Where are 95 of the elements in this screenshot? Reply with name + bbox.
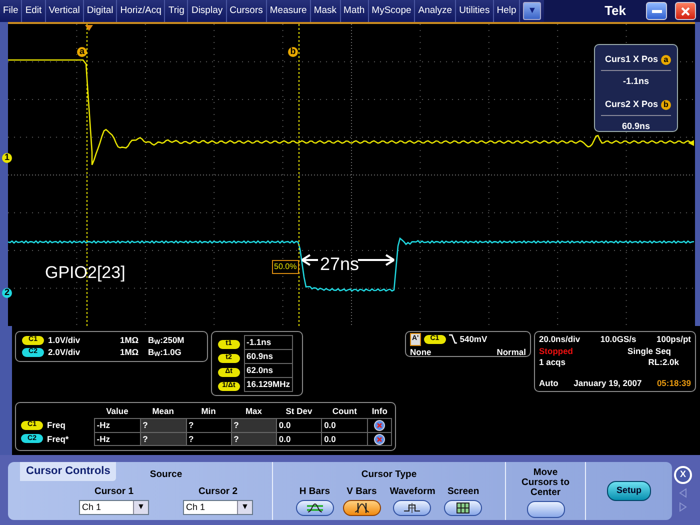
acquisition-count: 1 acqs	[539, 357, 566, 368]
column-header: Mean	[140, 405, 186, 418]
table-cell: ?	[186, 432, 232, 446]
acquisition-state: Stopped	[539, 346, 573, 357]
column-header: Info	[368, 405, 392, 418]
cursor-label: a	[77, 47, 87, 57]
column-header: Count	[322, 405, 368, 418]
sample-rate: 10.0GS/s	[600, 334, 636, 346]
source-select[interactable]: Ch 1 ▼	[183, 500, 253, 514]
dropdown-button[interactable]: ▼	[237, 500, 252, 514]
button-label: Screen	[447, 485, 480, 500]
field-label: Cursor 1	[94, 485, 134, 500]
cursor-badge: a	[661, 54, 671, 65]
field-label: Cursor 2	[198, 485, 238, 500]
screen-icon	[454, 502, 472, 514]
sequence-mode: Single Seq	[628, 346, 671, 357]
table-cell: -Hz	[94, 432, 140, 446]
trigger-level: 540mV	[460, 333, 488, 346]
column-header: St Dev	[276, 405, 322, 418]
measurement-name: Freq	[47, 418, 66, 432]
threshold-label: 50.0%	[272, 260, 299, 274]
channel-marker: 2	[2, 288, 12, 298]
readout-label: Curs2 X Pos	[604, 98, 658, 111]
hbars-icon	[306, 502, 324, 514]
table-cell: ?	[186, 418, 232, 432]
button-label: Move Cursors to Center	[520, 468, 571, 498]
table-cell: 0.0	[276, 432, 322, 446]
table-cell: 0.0	[322, 418, 368, 432]
cursor-value: -1.1ns	[244, 336, 292, 350]
minimize-button[interactable]	[646, 2, 667, 20]
table-cell: 0.0	[322, 432, 368, 446]
column-header: Min	[186, 405, 232, 418]
readout-value: 60.9ns	[601, 114, 671, 139]
dropdown-button[interactable]: ▼	[523, 2, 542, 20]
minimize-icon	[652, 10, 662, 12]
move-cursors-button[interactable]	[526, 501, 564, 518]
close-button[interactable]: X	[674, 466, 692, 484]
impedance-text: 1MΩ	[120, 346, 140, 358]
cursor-type-button[interactable]	[393, 500, 432, 516]
table-cell: 0.0	[276, 418, 322, 432]
cursor-label: b	[288, 47, 298, 57]
column-header: Value	[94, 405, 140, 418]
section-title: Cursor Type	[361, 468, 417, 482]
trigger-coupling: None	[410, 346, 432, 358]
table-cell: ?	[140, 418, 186, 432]
falling-edge-icon	[448, 334, 457, 344]
cursor-value: 16.129MHz	[244, 378, 292, 392]
readout-value: -1.1ns	[601, 70, 671, 94]
measurement-name: Freq*	[47, 432, 69, 446]
horizontal-scale: 20.0ns/div	[539, 334, 580, 346]
signal-label: GPIO2[23]	[45, 262, 126, 284]
cursor-type-button[interactable]	[444, 500, 482, 516]
bandwidth-text: B$_{W}$:250M	[148, 334, 184, 346]
readout-label: Curs1 X Pos	[604, 53, 658, 66]
waveform-icon	[403, 502, 422, 514]
delta-label: 27ns	[320, 253, 360, 276]
cursor-type-button[interactable]	[296, 500, 334, 516]
table-cell: ?	[231, 418, 276, 432]
table-cell: ?	[140, 432, 186, 446]
trigger-mode-text: Auto	[539, 378, 558, 389]
bandwidth-text: B$_{W}$:1.0G	[148, 346, 182, 358]
table-cell: -Hz	[94, 418, 140, 432]
cursor-badge: b	[661, 100, 671, 110]
setup-button[interactable]: Setup	[607, 481, 650, 501]
info-icon[interactable]	[374, 420, 386, 431]
level-marker-icon	[688, 140, 694, 146]
info-icon[interactable]	[374, 434, 386, 445]
record-length: RL:2.0k	[648, 357, 679, 368]
trigger-marker-icon	[85, 25, 93, 31]
brand-title: Tek	[604, 2, 626, 20]
table-cell: ?	[231, 432, 276, 446]
resolution: 100ps/pt	[656, 334, 691, 346]
channel-marker: 1	[2, 153, 12, 163]
cursor-value: 60.9ns	[244, 350, 292, 364]
button-label: H Bars	[299, 485, 330, 500]
scale-text: 2.0V/div	[48, 346, 82, 358]
vbars-icon	[352, 502, 371, 514]
panel-tab[interactable]: Cursor Controls	[20, 462, 116, 480]
cursor-line[interactable]	[86, 24, 88, 326]
impedance-text: 1MΩ	[120, 334, 140, 346]
button-label: V Bars	[346, 485, 377, 500]
cursor-type-button[interactable]	[342, 500, 381, 516]
close-button[interactable]	[675, 2, 696, 20]
source-select[interactable]: Ch 1 ▼	[79, 500, 149, 514]
dropdown-button[interactable]: ▼	[133, 500, 148, 514]
button-label: Waveform	[390, 485, 436, 500]
cursor-value: 62.0ns	[244, 364, 292, 378]
section-title: Source	[150, 468, 182, 482]
date-text: January 19, 2007	[574, 378, 642, 389]
cursor-line[interactable]	[298, 24, 300, 326]
column-header: Max	[231, 405, 276, 418]
trigger-mode: Normal	[496, 346, 526, 358]
close-icon	[681, 6, 690, 16]
scale-text: 1.0V/div	[48, 334, 82, 346]
clock-time: 05:18:39	[656, 378, 691, 389]
